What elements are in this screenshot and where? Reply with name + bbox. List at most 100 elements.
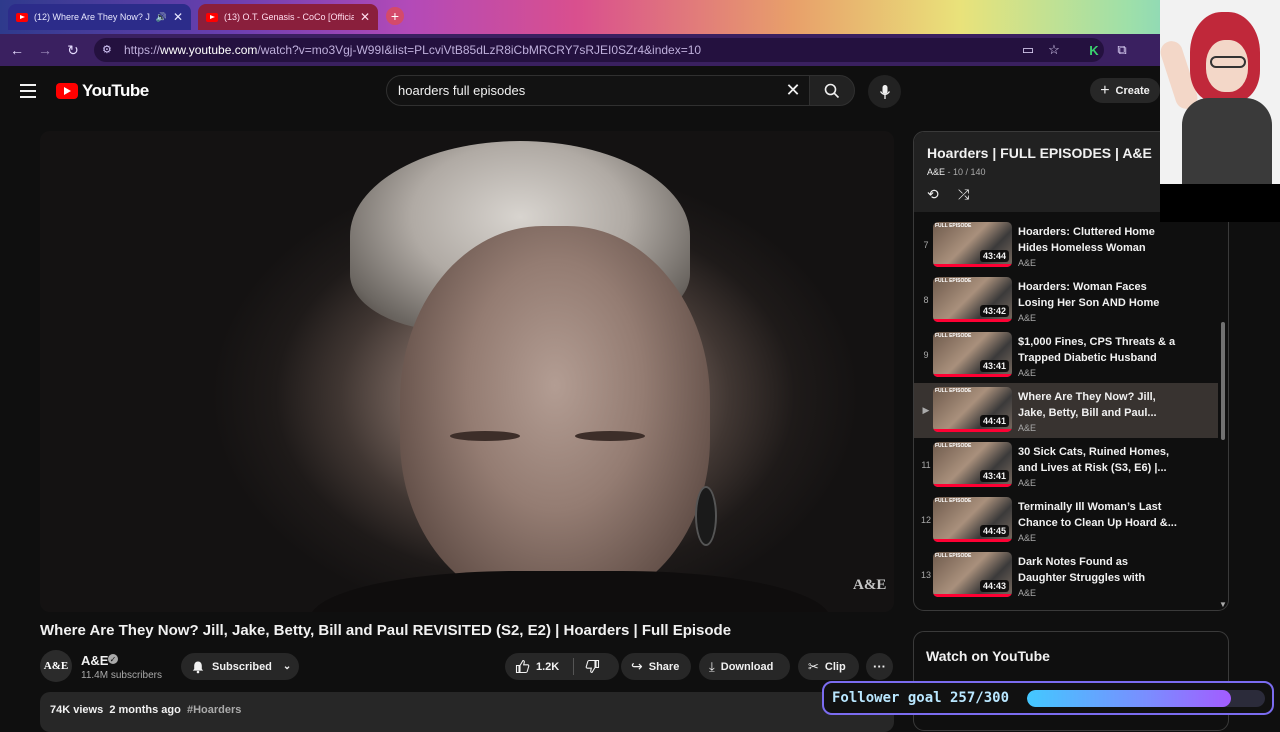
url-host: www.youtube.com	[160, 43, 258, 57]
subscribed-label: Subscribed	[212, 660, 272, 673]
playlist-item-thumbnail[interactable]: FULL EPISODE 44:41	[933, 387, 1012, 432]
playlist-item-channel: A&E	[1018, 533, 1037, 543]
playlist-item[interactable]: 13 FULL EPISODE 44:43 Dark Notes Found as D…	[914, 548, 1218, 603]
playlist-item-thumbnail[interactable]: FULL EPISODE 44:45	[933, 497, 1012, 542]
speaker-icon[interactable]: 🔊	[156, 12, 167, 23]
playlist-item-channel: A&E	[1018, 313, 1037, 323]
site-settings-icon[interactable]: ⚙	[102, 43, 112, 56]
follower-goal-widget: Follower goal 257/300	[822, 681, 1274, 715]
hashtag-link[interactable]: #Hoarders	[187, 704, 241, 716]
address-bar[interactable]: https://www.youtube.com/watch?v=mo3Vgj-W…	[94, 38, 1104, 62]
thumbnail-progress-bar	[933, 539, 1012, 542]
scroll-down-arrow-icon[interactable]: ▼	[1219, 600, 1227, 609]
url-path: /watch?v=mo3Vgj-W99I&list=PLcviVtB85dLzR…	[257, 43, 702, 57]
voice-search-button[interactable]	[868, 75, 901, 108]
youtube-logo[interactable]: YouTube	[56, 81, 149, 101]
channel-avatar[interactable]: A&E	[40, 650, 72, 682]
playlist-item-thumbnail[interactable]: FULL EPISODE 43:44	[933, 222, 1012, 267]
playlist-item-channel: A&E	[1018, 258, 1037, 268]
playlist-item[interactable]: 9 FULL EPISODE 43:41 $1,000 Fines, CPS Thre…	[914, 328, 1218, 383]
playlist-item-current[interactable]: ▶ FULL EPISODE 44:41 Where Are They Now? Ji…	[914, 383, 1218, 438]
playlist-title[interactable]: Hoarders | FULL EPISODES | A&E	[927, 145, 1152, 161]
extensions-puzzle-icon[interactable]: ⧉	[1112, 40, 1132, 60]
browser-tab-bar	[0, 0, 1280, 34]
playlist-item-title[interactable]: Where Are They Now? Jill, Jake, Betty, B…	[1018, 389, 1178, 421]
thumbnail-badge: FULL EPISODE	[935, 278, 972, 284]
cast-icon[interactable]: ▭	[1018, 40, 1038, 60]
playlist-item-title[interactable]: Dark Notes Found as Daughter Struggles w…	[1018, 554, 1178, 586]
tab-title: (12) Where Are They Now? J	[34, 12, 150, 22]
follower-goal-fill	[1027, 690, 1231, 707]
new-tab-button[interactable]: +	[386, 7, 404, 25]
video-player[interactable]	[40, 131, 894, 612]
streamer-avatar-overlay	[1160, 0, 1280, 184]
playlist-item-index: 9	[923, 350, 929, 360]
duration-badge: 43:44	[979, 250, 1009, 262]
playlist-item-thumbnail[interactable]: FULL EPISODE 43:41	[933, 332, 1012, 377]
clip-label: Clip	[824, 660, 846, 673]
share-button[interactable]: ↪ Share	[621, 653, 691, 680]
playlist-meta: A&E - 10 / 140	[927, 167, 986, 177]
hamburger-menu-icon[interactable]	[20, 84, 36, 98]
channel-watermark[interactable]: A&E	[853, 577, 886, 597]
playlist-item-title[interactable]: Hoarders: Woman Faces Losing Her Son AND…	[1018, 279, 1178, 311]
channel-name[interactable]: A&E	[81, 653, 108, 668]
like-divider	[573, 658, 574, 675]
loop-icon[interactable]: ⟲	[927, 186, 939, 203]
playlist-item-title[interactable]: 30 Sick Cats, Ruined Homes, and Lives at…	[1018, 444, 1178, 476]
download-button[interactable]: ⤓ Download	[699, 653, 790, 680]
thumbs-down-icon[interactable]	[585, 659, 600, 674]
shuffle-icon[interactable]: ⤮	[958, 186, 969, 203]
playlist-item[interactable]: 11 FULL EPISODE 43:41 30 Sick Cats, Ruined …	[914, 438, 1218, 493]
playlist-channel[interactable]: A&E	[927, 167, 945, 177]
playlist-item-title[interactable]: Terminally Ill Woman’s Last Chance to Cl…	[1018, 499, 1178, 531]
forward-arrow-icon[interactable]: →	[35, 40, 55, 60]
thumbnail-progress-bar	[933, 429, 1012, 432]
like-button[interactable]: 1.2K	[505, 653, 619, 680]
tab-close-icon[interactable]: ✕	[360, 10, 370, 24]
plus-icon: +	[1100, 81, 1110, 99]
tab-close-icon[interactable]: ✕	[173, 10, 183, 24]
thumbnail-progress-bar	[933, 484, 1012, 487]
thumbs-up-icon	[515, 659, 530, 674]
reload-icon[interactable]: ↻	[63, 40, 83, 60]
url-prefix: https://	[124, 43, 161, 57]
playlist-item[interactable]: 7 FULL EPISODE 43:44 Hoarders: Cluttered Ho…	[914, 218, 1218, 273]
clear-search-icon[interactable]: ✕	[783, 80, 803, 100]
browser-tab-coco[interactable]: (13) O.T. Genasis - CoCo [Official ✕	[198, 4, 378, 30]
playlist-item-thumbnail[interactable]: FULL EPISODE 44:43	[933, 552, 1012, 597]
duration-badge: 44:45	[979, 525, 1009, 537]
extension-k-icon[interactable]: K	[1084, 40, 1104, 60]
duration-badge: 44:43	[979, 580, 1009, 592]
share-label: Share	[648, 660, 680, 673]
playlist-item[interactable]: 12 FULL EPISODE 44:45 Terminally Ill Woman’…	[914, 493, 1218, 548]
bell-icon	[192, 661, 204, 673]
upload-age: 2 months ago	[109, 704, 181, 716]
browser-tab-youtube-active[interactable]: (12) Where Are They Now? J 🔊 ✕	[8, 4, 191, 30]
playlist-item-index: 7	[923, 240, 929, 250]
playlist-item-thumbnail[interactable]: FULL EPISODE 43:42	[933, 277, 1012, 322]
like-count: 1.2K	[536, 660, 560, 673]
thumbnail-badge: FULL EPISODE	[935, 443, 972, 449]
playlist-item[interactable]: 8 FULL EPISODE 43:42 Hoarders: Woman Faces …	[914, 273, 1218, 328]
subscribed-button[interactable]: Subscribed ⌄	[181, 653, 299, 680]
avatar-shirt	[1182, 98, 1272, 184]
more-actions-button[interactable]: ···	[866, 653, 893, 680]
search-button[interactable]	[809, 75, 855, 106]
playlist-item-title[interactable]: Hoarders: Cluttered Home Hides Homeless …	[1018, 224, 1178, 256]
thumbnail-progress-bar	[933, 264, 1012, 267]
thumbnail-progress-bar	[933, 374, 1012, 377]
playlist-item-channel: A&E	[1018, 368, 1037, 378]
verified-check-icon: ✓	[108, 654, 118, 664]
bookmark-star-icon[interactable]: ☆	[1044, 40, 1064, 60]
playlist-scrollbar[interactable]	[1221, 322, 1225, 440]
search-input[interactable]: hoarders full episodes	[386, 75, 811, 106]
clip-button[interactable]: ✂ Clip	[798, 653, 859, 680]
microphone-icon	[879, 84, 890, 99]
back-arrow-icon[interactable]: ←	[7, 40, 27, 60]
duration-badge: 44:41	[979, 415, 1009, 427]
playlist-item-title[interactable]: $1,000 Fines, CPS Threats & a Trapped Di…	[1018, 334, 1178, 366]
youtube-favicon-icon	[206, 12, 218, 22]
playlist-item-thumbnail[interactable]: FULL EPISODE 43:41	[933, 442, 1012, 487]
create-button[interactable]: + Create	[1090, 78, 1160, 103]
